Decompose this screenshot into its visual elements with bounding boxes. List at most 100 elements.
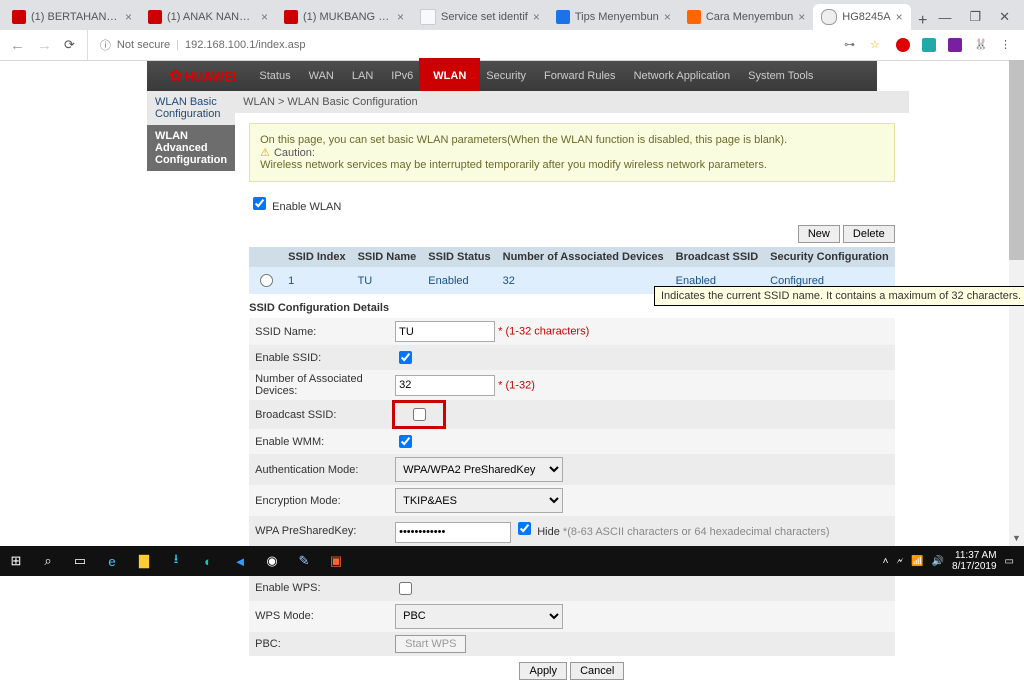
edge-icon[interactable]: e [96, 546, 128, 576]
browser-tab[interactable]: Service set identif × [412, 4, 548, 30]
wps-mode-select[interactable]: PBC [395, 604, 563, 629]
maximize-icon[interactable]: ❐ [969, 9, 981, 25]
forward-button[interactable]: → [37, 37, 52, 54]
menu-status[interactable]: Status [250, 61, 299, 91]
extension-icon[interactable] [922, 38, 936, 52]
tab-title: Service set identif [441, 11, 528, 23]
hide-psk-checkbox[interactable] [518, 522, 531, 535]
label-ssid-name: SSID Name: [249, 318, 389, 345]
start-wps-button[interactable]: Start WPS [395, 635, 466, 653]
delete-button[interactable]: Delete [843, 225, 895, 243]
url-field[interactable]: ⓘ Not secure | 192.168.100.1/index.asp [87, 30, 832, 60]
close-icon[interactable]: × [896, 10, 903, 24]
menu-network-application[interactable]: Network Application [625, 61, 740, 91]
browser-tab[interactable]: (1) BERTAHAN DA× [4, 4, 140, 30]
close-icon[interactable]: × [533, 10, 540, 24]
close-icon[interactable]: × [261, 10, 268, 24]
ssid-name-input[interactable] [395, 321, 495, 342]
new-tab-button[interactable]: + [911, 12, 935, 30]
cell-num: 32 [497, 267, 670, 294]
label-encryption-mode: Encryption Mode: [249, 485, 389, 516]
menu-lan[interactable]: LAN [343, 61, 382, 91]
col-num-devices: Number of Associated Devices [497, 247, 670, 267]
extension-icon[interactable]: 🐰 [974, 38, 988, 52]
row-select-radio[interactable] [260, 274, 273, 287]
back-button[interactable]: ← [10, 37, 25, 54]
menu-icon[interactable]: ⋮ [1000, 38, 1014, 52]
tab-title: Tips Menyembun [575, 11, 659, 23]
search-icon[interactable]: ⌕ [32, 546, 64, 576]
reload-button[interactable]: ⟳ [64, 37, 75, 53]
menu-system-tools[interactable]: System Tools [739, 61, 822, 91]
wifi-icon[interactable]: 📶 [911, 556, 923, 567]
blogger-icon [687, 10, 701, 24]
label-wps-mode: WPS Mode: [249, 601, 389, 632]
youtube-icon [148, 10, 162, 24]
enable-wps-checkbox[interactable] [399, 582, 412, 595]
chevron-up-icon[interactable]: ˄ [883, 556, 889, 567]
sidebar: WLAN Basic Configuration WLAN Advanced C… [147, 91, 235, 690]
sidebar-item-wlan-basic[interactable]: WLAN Basic Configuration [147, 91, 235, 125]
enable-ssid-checkbox[interactable] [399, 351, 412, 364]
chrome-icon[interactable]: ◉ [256, 546, 288, 576]
menu-wan[interactable]: WAN [300, 61, 343, 91]
explorer-icon[interactable]: ▇ [128, 546, 160, 576]
close-icon[interactable]: × [397, 10, 404, 24]
extension-icon[interactable] [948, 38, 962, 52]
num-devices-input[interactable] [395, 375, 495, 396]
enable-wlan-checkbox[interactable] [253, 197, 266, 210]
scrollbar-thumb[interactable] [1009, 60, 1024, 260]
cell-name: TU [352, 267, 423, 294]
app-icon[interactable]: ▣ [320, 546, 352, 576]
browser-tab[interactable]: Tips Menyembun × [548, 4, 679, 30]
enable-wmm-checkbox[interactable] [399, 435, 412, 448]
date-text: 8/17/2019 [952, 561, 997, 572]
browser-tab[interactable]: Cara Menyembun× [679, 4, 813, 30]
opera-icon[interactable] [896, 38, 910, 52]
close-icon[interactable]: × [798, 10, 805, 24]
enable-wlan-row: Enable WLAN [249, 194, 895, 213]
new-button[interactable]: New [798, 225, 840, 243]
menu-wlan[interactable]: WLAN [422, 61, 477, 91]
app-icon[interactable]: ✎ [288, 546, 320, 576]
encryption-mode-select[interactable]: TKIP&AES [395, 488, 563, 513]
broadcast-ssid-checkbox[interactable] [413, 408, 426, 421]
browser-tab[interactable]: (1) ANAK NANGIS × [140, 4, 276, 30]
scroll-down-icon[interactable]: ▼ [1009, 531, 1024, 546]
clock[interactable]: 11:37 AM 8/17/2019 [952, 550, 997, 572]
auth-mode-select[interactable]: WPA/WPA2 PreSharedKey [395, 457, 563, 482]
cell-status: Enabled [422, 267, 496, 294]
volume-icon[interactable]: 🔊 [932, 556, 944, 567]
sidebar-item-wlan-advanced[interactable]: WLAN Advanced Configuration [147, 125, 235, 171]
favicon [556, 10, 570, 24]
browser-tab-active[interactable]: HG8245A× [813, 4, 910, 30]
notifications-icon[interactable]: ▭ [1005, 556, 1014, 567]
close-window-icon[interactable]: ✕ [999, 9, 1010, 25]
time-text: 11:37 AM [952, 550, 997, 561]
battery-icon[interactable]: 🗲 [896, 556, 903, 567]
close-icon[interactable]: × [125, 10, 132, 24]
app-icon[interactable]: ◐ [192, 546, 224, 576]
menu-ipv6[interactable]: IPv6 [382, 61, 422, 91]
store-icon[interactable]: ⭳ [160, 546, 192, 576]
close-icon[interactable]: × [664, 10, 671, 24]
browser-tab[interactable]: (1) MUKBANG SPE× [276, 4, 412, 30]
psk-input[interactable] [395, 522, 511, 543]
star-icon[interactable]: ☆ [870, 38, 884, 52]
tab-title: (1) ANAK NANGIS [167, 11, 256, 23]
start-button[interactable]: ⊞ [0, 546, 32, 576]
taskbar: ⊞ ⌕ ▭ e ▇ ⭳ ◐ ◄ ◉ ✎ ▣ ˄ 🗲 📶 🔊 11:37 AM 8… [0, 546, 1024, 576]
col-ssid-status: SSID Status [422, 247, 496, 267]
task-view-icon[interactable]: ▭ [64, 546, 96, 576]
menu-security[interactable]: Security [477, 61, 535, 91]
globe-icon [821, 9, 837, 25]
youtube-icon [284, 10, 298, 24]
telegram-icon[interactable]: ◄ [224, 546, 256, 576]
logo-icon: ✿ [169, 66, 182, 86]
cancel-button[interactable]: Cancel [570, 662, 624, 680]
menu-forward-rules[interactable]: Forward Rules [535, 61, 625, 91]
apply-button[interactable]: Apply [519, 662, 567, 680]
info-line: Wireless network services may be interru… [260, 159, 884, 171]
minimize-icon[interactable]: — [938, 10, 951, 25]
key-icon[interactable]: ⊶ [844, 38, 858, 52]
